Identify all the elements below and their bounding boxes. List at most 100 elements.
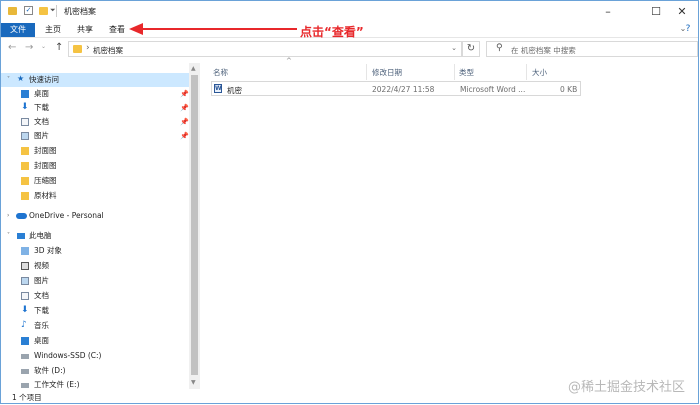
column-header-modified[interactable]: 修改日期	[372, 67, 402, 78]
sidebar-item-label: 下载	[34, 103, 49, 112]
title-bar: ✓ ⏷ 机密档案 – ☐ ✕	[1, 1, 698, 23]
computer-icon	[17, 233, 25, 239]
sidebar-item-label: 下载	[34, 306, 49, 315]
drive-icon	[21, 354, 29, 359]
sidebar-item-label: 图片	[34, 131, 49, 140]
desktop-icon	[21, 337, 29, 345]
file-size: 0 KB	[560, 85, 578, 94]
pin-icon: 📌	[180, 132, 189, 140]
navigation-pane: ˅ ★ 快速访问 桌面 📌 ⬇ 下载 📌 文档 📌 图片 📌 封面图 封面图 压…	[1, 63, 201, 389]
search-input[interactable]: ⚲ 在 机密档案 中搜索	[486, 41, 698, 57]
chevron-right-icon[interactable]: ›	[7, 209, 9, 223]
sort-caret-icon: ^	[286, 57, 292, 65]
table-row[interactable]: W 机密 2022/4/27 11:58 Microsoft Word ... …	[211, 81, 581, 96]
pin-icon: 📌	[180, 90, 189, 98]
document-icon	[21, 292, 29, 300]
sidebar-item-label: 此电脑	[29, 231, 52, 240]
folder-icon	[21, 192, 29, 200]
download-icon: ⬇	[21, 102, 29, 112]
picture-icon	[21, 132, 29, 140]
window-title: 机密档案	[64, 7, 96, 16]
3d-objects-icon	[21, 247, 29, 255]
properties-check-icon[interactable]: ✓	[24, 6, 33, 15]
scroll-down-icon[interactable]: ▼	[191, 379, 196, 386]
pin-icon: 📌	[180, 104, 189, 112]
column-header-name[interactable]: 名称	[213, 67, 228, 78]
sidebar-item-downloads[interactable]: ⬇ 下载 📌	[1, 101, 189, 115]
sidebar-item-label: 快速访问	[29, 75, 59, 84]
back-button[interactable]: ←	[8, 42, 16, 53]
address-bar[interactable]: › 机密档案 ⌄	[68, 41, 462, 57]
column-divider[interactable]	[454, 64, 455, 80]
file-modified: 2022/4/27 11:58	[372, 85, 435, 94]
search-icon: ⚲	[496, 43, 503, 53]
video-icon	[21, 262, 29, 270]
column-header-size[interactable]: 大小	[532, 67, 547, 78]
sidebar-item-music[interactable]: ♪ 音乐	[1, 319, 189, 333]
sidebar-item-desktop[interactable]: 桌面	[1, 334, 189, 348]
file-type: Microsoft Word ...	[460, 85, 526, 94]
forward-button[interactable]: →	[25, 42, 33, 53]
help-icon[interactable]: ?	[679, 20, 697, 38]
sidebar-item-quick-access[interactable]: ˅ ★ 快速访问	[1, 73, 189, 87]
sidebar-item-documents[interactable]: 文档	[1, 289, 189, 303]
sidebar-item-3d-objects[interactable]: 3D 对象	[1, 244, 189, 258]
sidebar-item-label: 桌面	[34, 89, 49, 98]
sidebar-item-pictures[interactable]: 图片	[1, 274, 189, 288]
sidebar-item-desktop[interactable]: 桌面 📌	[1, 87, 189, 101]
recent-locations-button[interactable]: ⌄	[41, 43, 46, 50]
minimize-button[interactable]: –	[591, 3, 625, 21]
customize-toolbar-icon[interactable]: ⏷	[50, 6, 56, 15]
chevron-down-icon[interactable]: ˅	[7, 73, 10, 87]
star-icon: ★	[17, 74, 25, 83]
sidebar-item-folder[interactable]: 原材料	[1, 189, 189, 203]
explorer-window: ✓ ⏷ 机密档案 – ☐ ✕ 文件 主页 共享 查看 ⌄ ? 点击“查看” ← …	[0, 0, 699, 404]
annotation-arrow-icon	[129, 23, 297, 35]
desktop-icon	[21, 90, 29, 98]
chevron-down-icon[interactable]: ˅	[7, 229, 10, 243]
sidebar-item-folder[interactable]: 压缩图	[1, 174, 189, 188]
chevron-down-icon[interactable]: ⌄	[451, 44, 457, 52]
address-path: 机密档案	[93, 46, 123, 55]
new-folder-icon[interactable]	[39, 7, 48, 15]
title-divider	[56, 5, 57, 17]
sidebar-item-onedrive[interactable]: › OneDrive - Personal	[1, 209, 189, 223]
sidebar-item-downloads[interactable]: ⬇ 下载	[1, 304, 189, 318]
sidebar-item-label: 图片	[34, 276, 49, 285]
refresh-button[interactable]: ↻	[462, 41, 480, 57]
tab-file[interactable]: 文件	[1, 23, 35, 37]
sidebar-item-label: 音乐	[34, 321, 49, 330]
sidebar-item-folder[interactable]: 封面图	[1, 144, 189, 158]
scrollbar-thumb[interactable]	[191, 75, 198, 375]
scroll-up-icon[interactable]: ▲	[191, 65, 196, 72]
column-divider[interactable]	[526, 64, 527, 80]
column-header-type[interactable]: 类型	[459, 67, 474, 78]
sidebar-item-this-pc[interactable]: ˅ 此电脑	[1, 229, 189, 243]
up-button[interactable]: ↑	[55, 42, 63, 53]
sidebar-scrollbar[interactable]: ▲ ▼	[189, 63, 200, 389]
sidebar-item-folder[interactable]: 封面图	[1, 159, 189, 173]
sidebar-item-drive-d[interactable]: 软件 (D:)	[1, 364, 189, 378]
column-divider[interactable]	[366, 64, 367, 80]
sidebar-item-videos[interactable]: 视频	[1, 259, 189, 273]
sidebar-item-documents[interactable]: 文档 📌	[1, 115, 189, 129]
sidebar-item-pictures[interactable]: 图片 📌	[1, 129, 189, 143]
folder-icon	[21, 147, 29, 155]
file-list: ^ 名称 修改日期 类型 大小 W 机密 2022/4/27 11:58 Mic…	[206, 57, 696, 391]
sidebar-item-label: 文档	[34, 291, 49, 300]
sidebar-item-drive-c[interactable]: Windows-SSD (C:)	[1, 349, 189, 363]
download-icon: ⬇	[21, 305, 29, 315]
sidebar-item-label: OneDrive - Personal	[29, 211, 104, 220]
folder-icon	[21, 177, 29, 185]
music-icon: ♪	[21, 320, 27, 330]
sidebar-item-label: 封面图	[34, 146, 57, 155]
tab-view[interactable]: 查看	[107, 23, 127, 37]
sidebar-item-label: 压缩图	[34, 176, 57, 185]
address-row: ← → ⌄ ↑ › 机密档案 ⌄ ↻ ⚲ 在 机密档案 中搜索	[1, 38, 698, 60]
drive-icon	[21, 383, 29, 388]
tab-share[interactable]: 共享	[75, 23, 95, 37]
tab-home[interactable]: 主页	[43, 23, 63, 37]
folder-icon	[73, 45, 82, 53]
close-button[interactable]: ✕	[665, 3, 699, 21]
folder-icon	[21, 162, 29, 170]
